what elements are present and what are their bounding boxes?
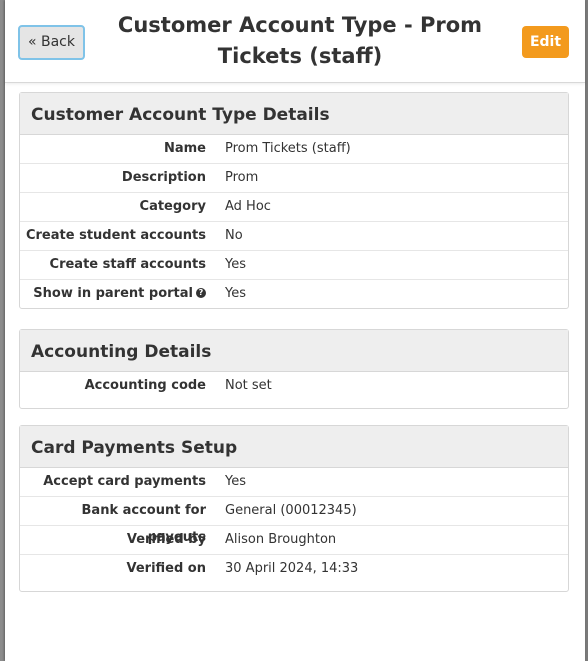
row-label-with-help: Show in parent portal? [20,280,206,307]
detail-row-description: Description Prom [20,164,568,193]
accounting-panel: Accounting Details Accounting code Not s… [19,329,569,409]
card-row-bank-account: Bank account for payouts General (000123… [20,497,568,545]
row-label: Category [139,199,206,214]
row-value: Yes [225,257,246,272]
help-icon[interactable]: ? [196,287,206,298]
detail-row-category: Category Ad Hoc [20,193,568,222]
row-value: Prom Tickets (staff) [225,141,351,156]
back-button[interactable]: « Back [18,25,85,60]
row-value: Yes [225,286,246,301]
detail-row-create-student-accounts: Create student accounts No [20,222,568,251]
page-title: Customer Account Type - Prom Tickets (st… [117,13,483,68]
row-label-text: Show in parent portal [33,286,193,301]
card-payments-heading: Card Payments Setup [20,426,568,468]
row-label: Verified on [126,561,206,576]
row-value: Yes [225,474,246,489]
card-payments-panel: Card Payments Setup Accept card payments… [19,425,569,592]
row-label: Create staff accounts [49,257,206,272]
row-label: Accounting code [84,378,206,393]
accounting-row-code: Accounting code Not set [20,372,568,408]
row-value: Prom [225,170,259,185]
detail-row-name: Name Prom Tickets (staff) [20,135,568,164]
card-row-verified-by: Verified by Alison Broughton [20,526,568,555]
account-type-dialog: « Back Customer Account Type - Prom Tick… [5,0,585,661]
details-heading: Customer Account Type Details [20,93,568,135]
row-label: Create student accounts [25,228,206,243]
row-label: Accept card payments [43,474,206,489]
detail-row-show-in-parent-portal: Show in parent portal? Yes [20,280,568,308]
row-label: Name [163,141,206,156]
card-row-verified-on: Verified on 30 April 2024, 14:33 [20,555,568,591]
accounting-heading: Accounting Details [20,330,568,372]
detail-row-create-staff-accounts: Create staff accounts Yes [20,251,568,280]
card-row-accept-payments: Accept card payments Yes [20,468,568,497]
row-value: 30 April 2024, 14:33 [225,561,359,576]
row-value: General (00012345) [225,503,357,518]
row-value: Ad Hoc [225,199,271,214]
row-value: No [225,228,243,243]
row-value: Alison Broughton [225,532,337,547]
details-panel: Customer Account Type Details Name Prom … [19,92,569,309]
row-label: Description [121,170,206,185]
row-label: Verified by [126,532,206,547]
edit-button[interactable]: Edit [522,26,569,58]
row-value: Not set [225,378,272,393]
dialog-header: « Back Customer Account Type - Prom Tick… [5,0,585,83]
